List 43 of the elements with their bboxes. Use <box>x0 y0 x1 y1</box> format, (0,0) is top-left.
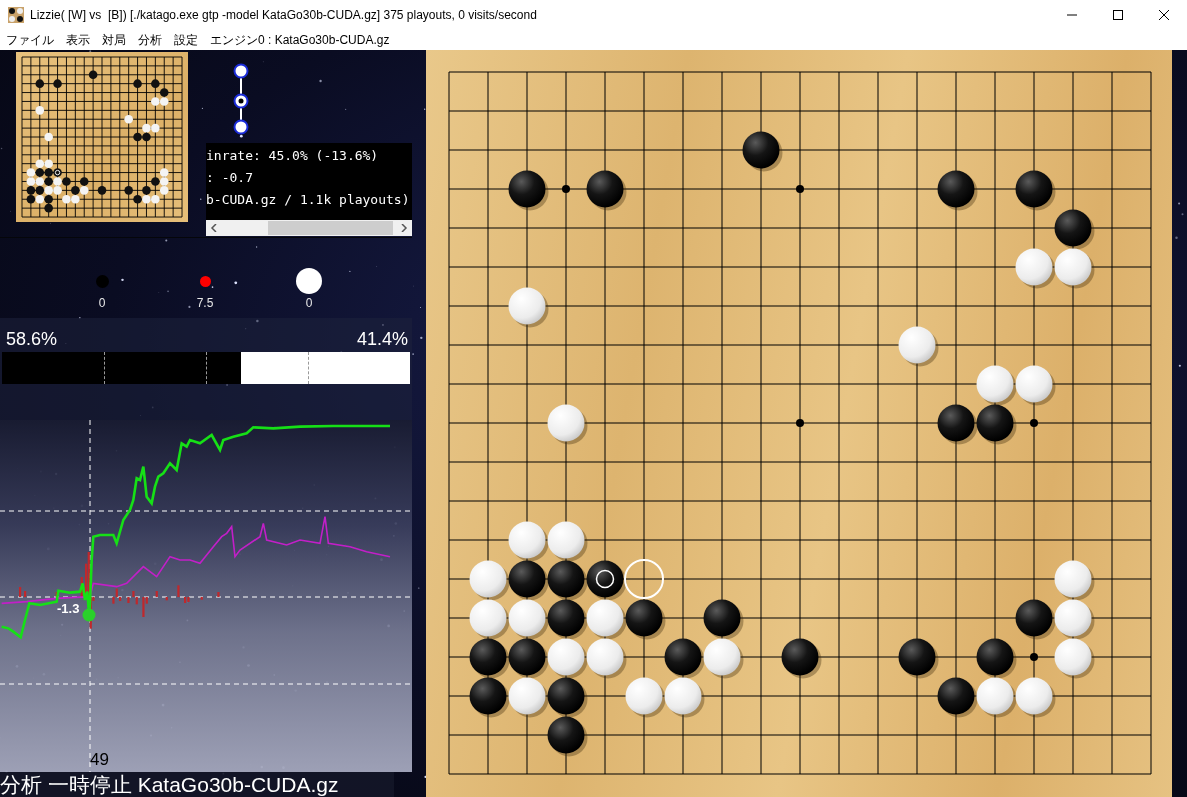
move-number: 49 <box>90 750 109 770</box>
score-change-bar <box>19 587 22 597</box>
menu-item[interactable]: エンジン0 : KataGo30b-CUDA.gz <box>204 31 396 49</box>
scroll-right-icon[interactable] <box>400 224 408 232</box>
analysis-info-line: inrate: 45.0% (-13.6%) <box>206 147 380 165</box>
leading-winrate: 58.6% <box>6 329 58 351</box>
score-change-bar <box>165 597 168 601</box>
score-change-bar <box>24 591 27 597</box>
variation-tree-drawing[interactable] <box>233 63 249 135</box>
menu-item[interactable]: 分析 <box>132 31 168 49</box>
menu-item[interactable]: 設定 <box>168 31 204 49</box>
star-point <box>1030 653 1038 661</box>
star-point <box>1030 419 1038 427</box>
score-value: 0 <box>305 296 313 310</box>
status-text: 分析 一時停止 KataGo30b-CUDA.gz <box>0 772 394 797</box>
score-change-bar <box>217 592 220 597</box>
scrollbar-thumb[interactable] <box>268 221 393 235</box>
window-title: Lizzie( [W] vs [B]) [./katago.exe gtp -model KataGo30b-CUDA.gz] 375 playouts, 0 visits/second <box>30 8 537 22</box>
score-label: -1.3 <box>57 601 80 616</box>
maximize-icon <box>1113 10 1123 20</box>
score-change-bar <box>80 577 83 597</box>
app-icon <box>8 7 24 23</box>
star-point <box>562 185 570 193</box>
go-board[interactable] <box>426 50 1172 797</box>
score-change-bar <box>55 592 58 597</box>
star-point <box>796 419 804 427</box>
menu-item[interactable]: ファイル <box>0 31 60 49</box>
score-change-bar <box>155 591 158 597</box>
score-change-bar <box>177 585 180 597</box>
current-move-dot <box>82 608 96 622</box>
menu-item[interactable]: 対局 <box>96 31 132 49</box>
score-change-bar <box>200 597 203 600</box>
star-point <box>796 185 804 193</box>
analysis-info-line: b-CUDA.gz / 1.1k playouts) <box>206 191 411 209</box>
score-value: 0 <box>98 296 106 310</box>
analysis-info-line: : -0.7 <box>206 169 254 187</box>
horizontal-scrollbar[interactable] <box>206 220 412 236</box>
menu-item[interactable]: 表示 <box>60 31 96 49</box>
score-value: 7.5 <box>196 296 214 310</box>
close-icon <box>1159 10 1169 20</box>
trailing-winrate: 41.4% <box>356 329 408 351</box>
score-change-bar <box>127 597 130 603</box>
scroll-left-icon[interactable] <box>210 224 218 232</box>
